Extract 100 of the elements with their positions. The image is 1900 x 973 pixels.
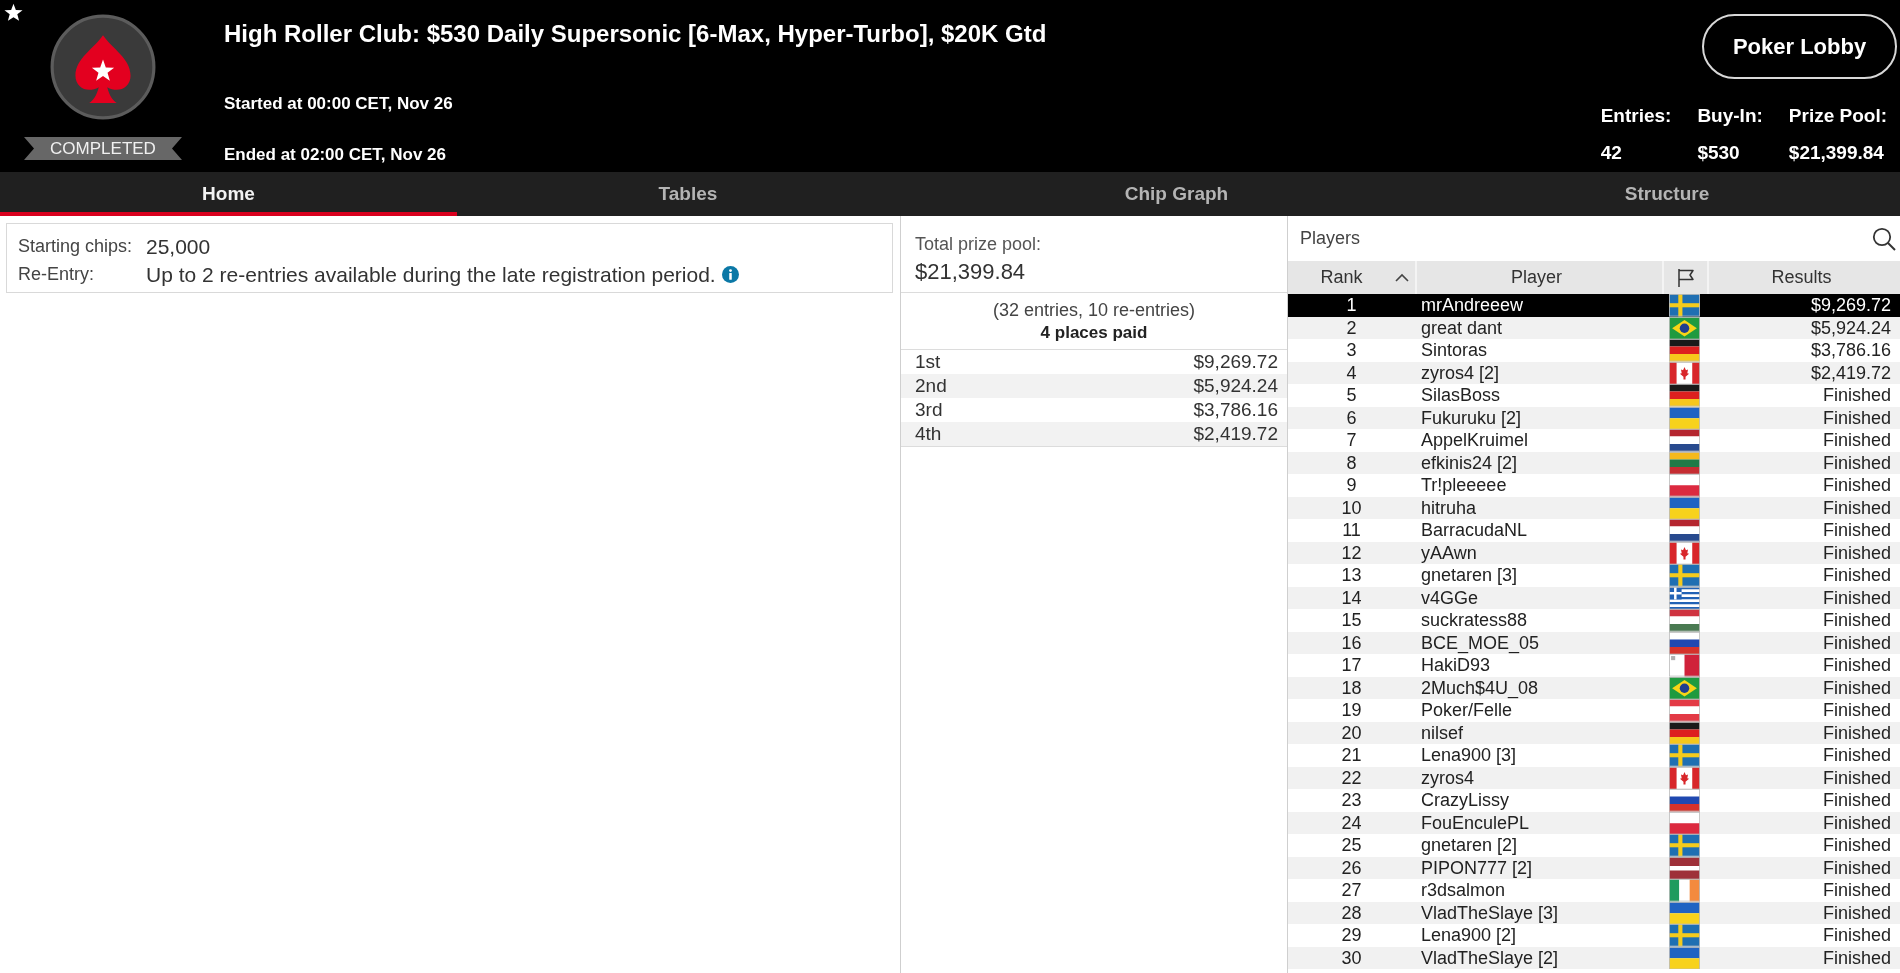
rank-cell-text: 30 xyxy=(1340,946,1363,969)
entries-summary: (32 entries, 10 re-entries) xyxy=(992,299,1196,322)
rank-cell-text: 19 xyxy=(1340,699,1363,722)
player-cell-text: HakiD93 xyxy=(1420,654,1492,677)
result-cell-text: Finished xyxy=(1821,811,1892,834)
player-row[interactable]: 1 mrAndreeew $9,269.72 xyxy=(1288,294,1900,317)
player-row[interactable]: 6 Fukuruku [2] Finished xyxy=(1288,406,1900,429)
player-row[interactable]: 16 BCE_MOE_05 Finished xyxy=(1288,631,1900,654)
result-cell-text: Finished xyxy=(1821,609,1892,632)
rank-cell-text: 10 xyxy=(1340,496,1363,519)
player-cell-text: BarracudaNL xyxy=(1420,519,1529,542)
flag-icon xyxy=(1669,654,1700,677)
player-cell-text: suckratess88 xyxy=(1420,609,1529,632)
nav-tab[interactable]: Tables xyxy=(457,172,919,216)
player-row[interactable]: 22 zyros4 Finished xyxy=(1288,766,1900,789)
player-cell-text: SilasBoss xyxy=(1420,384,1502,407)
player-cell-text: VladTheSlaye [2] xyxy=(1420,946,1560,969)
nav-tab[interactable]: Home xyxy=(0,172,457,216)
prize-pool-amount: $21,399.84 xyxy=(915,259,1027,284)
player-cell-text: Lena900 [2] xyxy=(1420,924,1518,947)
rank-cell-text: 20 xyxy=(1340,721,1363,744)
result-cell-text: Finished xyxy=(1821,631,1892,654)
flag-icon xyxy=(1669,474,1700,497)
player-row[interactable]: 20 nilsef Finished xyxy=(1288,721,1900,744)
places-paid: 4 places paid xyxy=(1040,322,1148,344)
flag-icon xyxy=(1669,316,1700,339)
player-row[interactable]: 10 hitruha Finished xyxy=(1288,496,1900,519)
search-icon[interactable] xyxy=(1872,226,1896,251)
player-cell-text: r3dsalmon xyxy=(1420,879,1507,902)
player-cell-text: VladTheSlaye [3] xyxy=(1420,901,1560,924)
result-cell-text: $2,419.72 xyxy=(1809,361,1892,384)
flag-icon xyxy=(1669,564,1700,587)
player-row[interactable]: 14 v4GGe Finished xyxy=(1288,586,1900,609)
rank-cell-text: 17 xyxy=(1340,654,1363,677)
result-cell-text: $5,924.24 xyxy=(1809,316,1892,339)
flag-icon xyxy=(1669,834,1700,857)
result-cell-text: $3,786.16 xyxy=(1809,339,1892,362)
column-header[interactable]: Rank xyxy=(1288,261,1415,294)
result-cell-text: Finished xyxy=(1821,834,1892,857)
rank-cell-text: 1 xyxy=(1345,294,1358,317)
flag-icon xyxy=(1669,406,1700,429)
stat-label: Entries: xyxy=(1600,105,1672,127)
result-cell-text: Finished xyxy=(1821,541,1892,564)
rank-cell-text: 27 xyxy=(1340,879,1363,902)
player-row[interactable]: 28 VladTheSlaye [3] Finished xyxy=(1288,901,1900,924)
place-label: 4th xyxy=(915,423,942,445)
result-cell-text: Finished xyxy=(1821,856,1892,879)
player-cell-text: Tr!pleeeee xyxy=(1420,474,1508,497)
player-row[interactable]: 4 zyros4 [2] $2,419.72 xyxy=(1288,361,1900,384)
player-cell-text: great dant xyxy=(1420,316,1504,339)
flag-icon xyxy=(1669,429,1700,452)
nav-tab[interactable]: Chip Graph xyxy=(919,172,1434,216)
result-cell-text: Finished xyxy=(1821,744,1892,767)
flag-icon xyxy=(1669,519,1700,542)
player-cell-text: CrazyLissy xyxy=(1420,789,1510,812)
player-cell-text: hitruha xyxy=(1420,496,1478,519)
result-cell-text: Finished xyxy=(1821,474,1892,497)
player-cell-text: FouEnculePL xyxy=(1420,811,1531,834)
rank-cell-text: 12 xyxy=(1340,541,1363,564)
player-cell-text: efkinis24 [2] xyxy=(1420,451,1519,474)
flag-icon xyxy=(1669,609,1700,632)
player-cell-text: AppelKruimel xyxy=(1420,429,1530,452)
payout-amount: $9,269.72 xyxy=(1193,351,1278,373)
flag-icon xyxy=(1669,901,1700,924)
prize-pool-label: Total prize pool: xyxy=(915,234,1043,255)
player-row[interactable]: 8 efkinis24 [2] Finished xyxy=(1288,451,1900,474)
rank-cell-text: 22 xyxy=(1340,766,1363,789)
result-cell-text: Finished xyxy=(1821,879,1892,902)
player-row[interactable]: 26 PIPON777 [2] Finished xyxy=(1288,856,1900,879)
result-cell-text: Finished xyxy=(1821,676,1892,699)
result-cell-text: Finished xyxy=(1821,946,1892,969)
result-cell-text: Finished xyxy=(1821,766,1892,789)
rank-cell-text: 18 xyxy=(1340,676,1363,699)
panel-title: Players xyxy=(1300,228,1361,249)
lobby-button[interactable]: Poker Lobby xyxy=(1702,14,1897,79)
player-cell-text: zyros4 [2] xyxy=(1420,361,1501,384)
player-cell-text: nilsef xyxy=(1420,721,1465,744)
player-row[interactable]: 24 FouEnculePL Finished xyxy=(1288,811,1900,834)
result-cell-text: Finished xyxy=(1821,586,1892,609)
info-icon[interactable] xyxy=(721,266,739,283)
player-row[interactable]: 18 2Much$4U_08 Finished xyxy=(1288,676,1900,699)
tournament-title: High Roller Club: $530 Daily Supersonic [6-Max, Hyper-Turbo], $20K Gtd xyxy=(224,19,1047,49)
star-icon[interactable] xyxy=(4,3,23,22)
end-time: Ended at 02:00 CET, Nov 26 xyxy=(224,145,447,165)
result-cell-text: Finished xyxy=(1821,901,1892,924)
player-cell-text: Sintoras xyxy=(1420,339,1489,362)
info-value: Up to 2 re-entries available during the late registration period. xyxy=(146,262,716,287)
player-row[interactable]: 30 VladTheSlaye [2] Finished xyxy=(1288,946,1900,969)
player-row[interactable]: 2 great dant $5,924.24 xyxy=(1288,316,1900,339)
rank-cell-text: 25 xyxy=(1340,834,1363,857)
player-cell-text: yAAwn xyxy=(1420,541,1478,564)
flag-icon[interactable] xyxy=(1675,267,1696,288)
player-row[interactable]: 12 yAAwn Finished xyxy=(1288,541,1900,564)
nav-tab[interactable]: Structure xyxy=(1434,172,1900,216)
flag-icon xyxy=(1669,339,1700,362)
rank-cell-text: 23 xyxy=(1340,789,1363,812)
flag-icon xyxy=(1669,361,1700,384)
rank-cell-text: 5 xyxy=(1345,384,1358,407)
stat-label: Buy-In: xyxy=(1697,105,1763,127)
payout-amount: $2,419.72 xyxy=(1193,423,1278,445)
